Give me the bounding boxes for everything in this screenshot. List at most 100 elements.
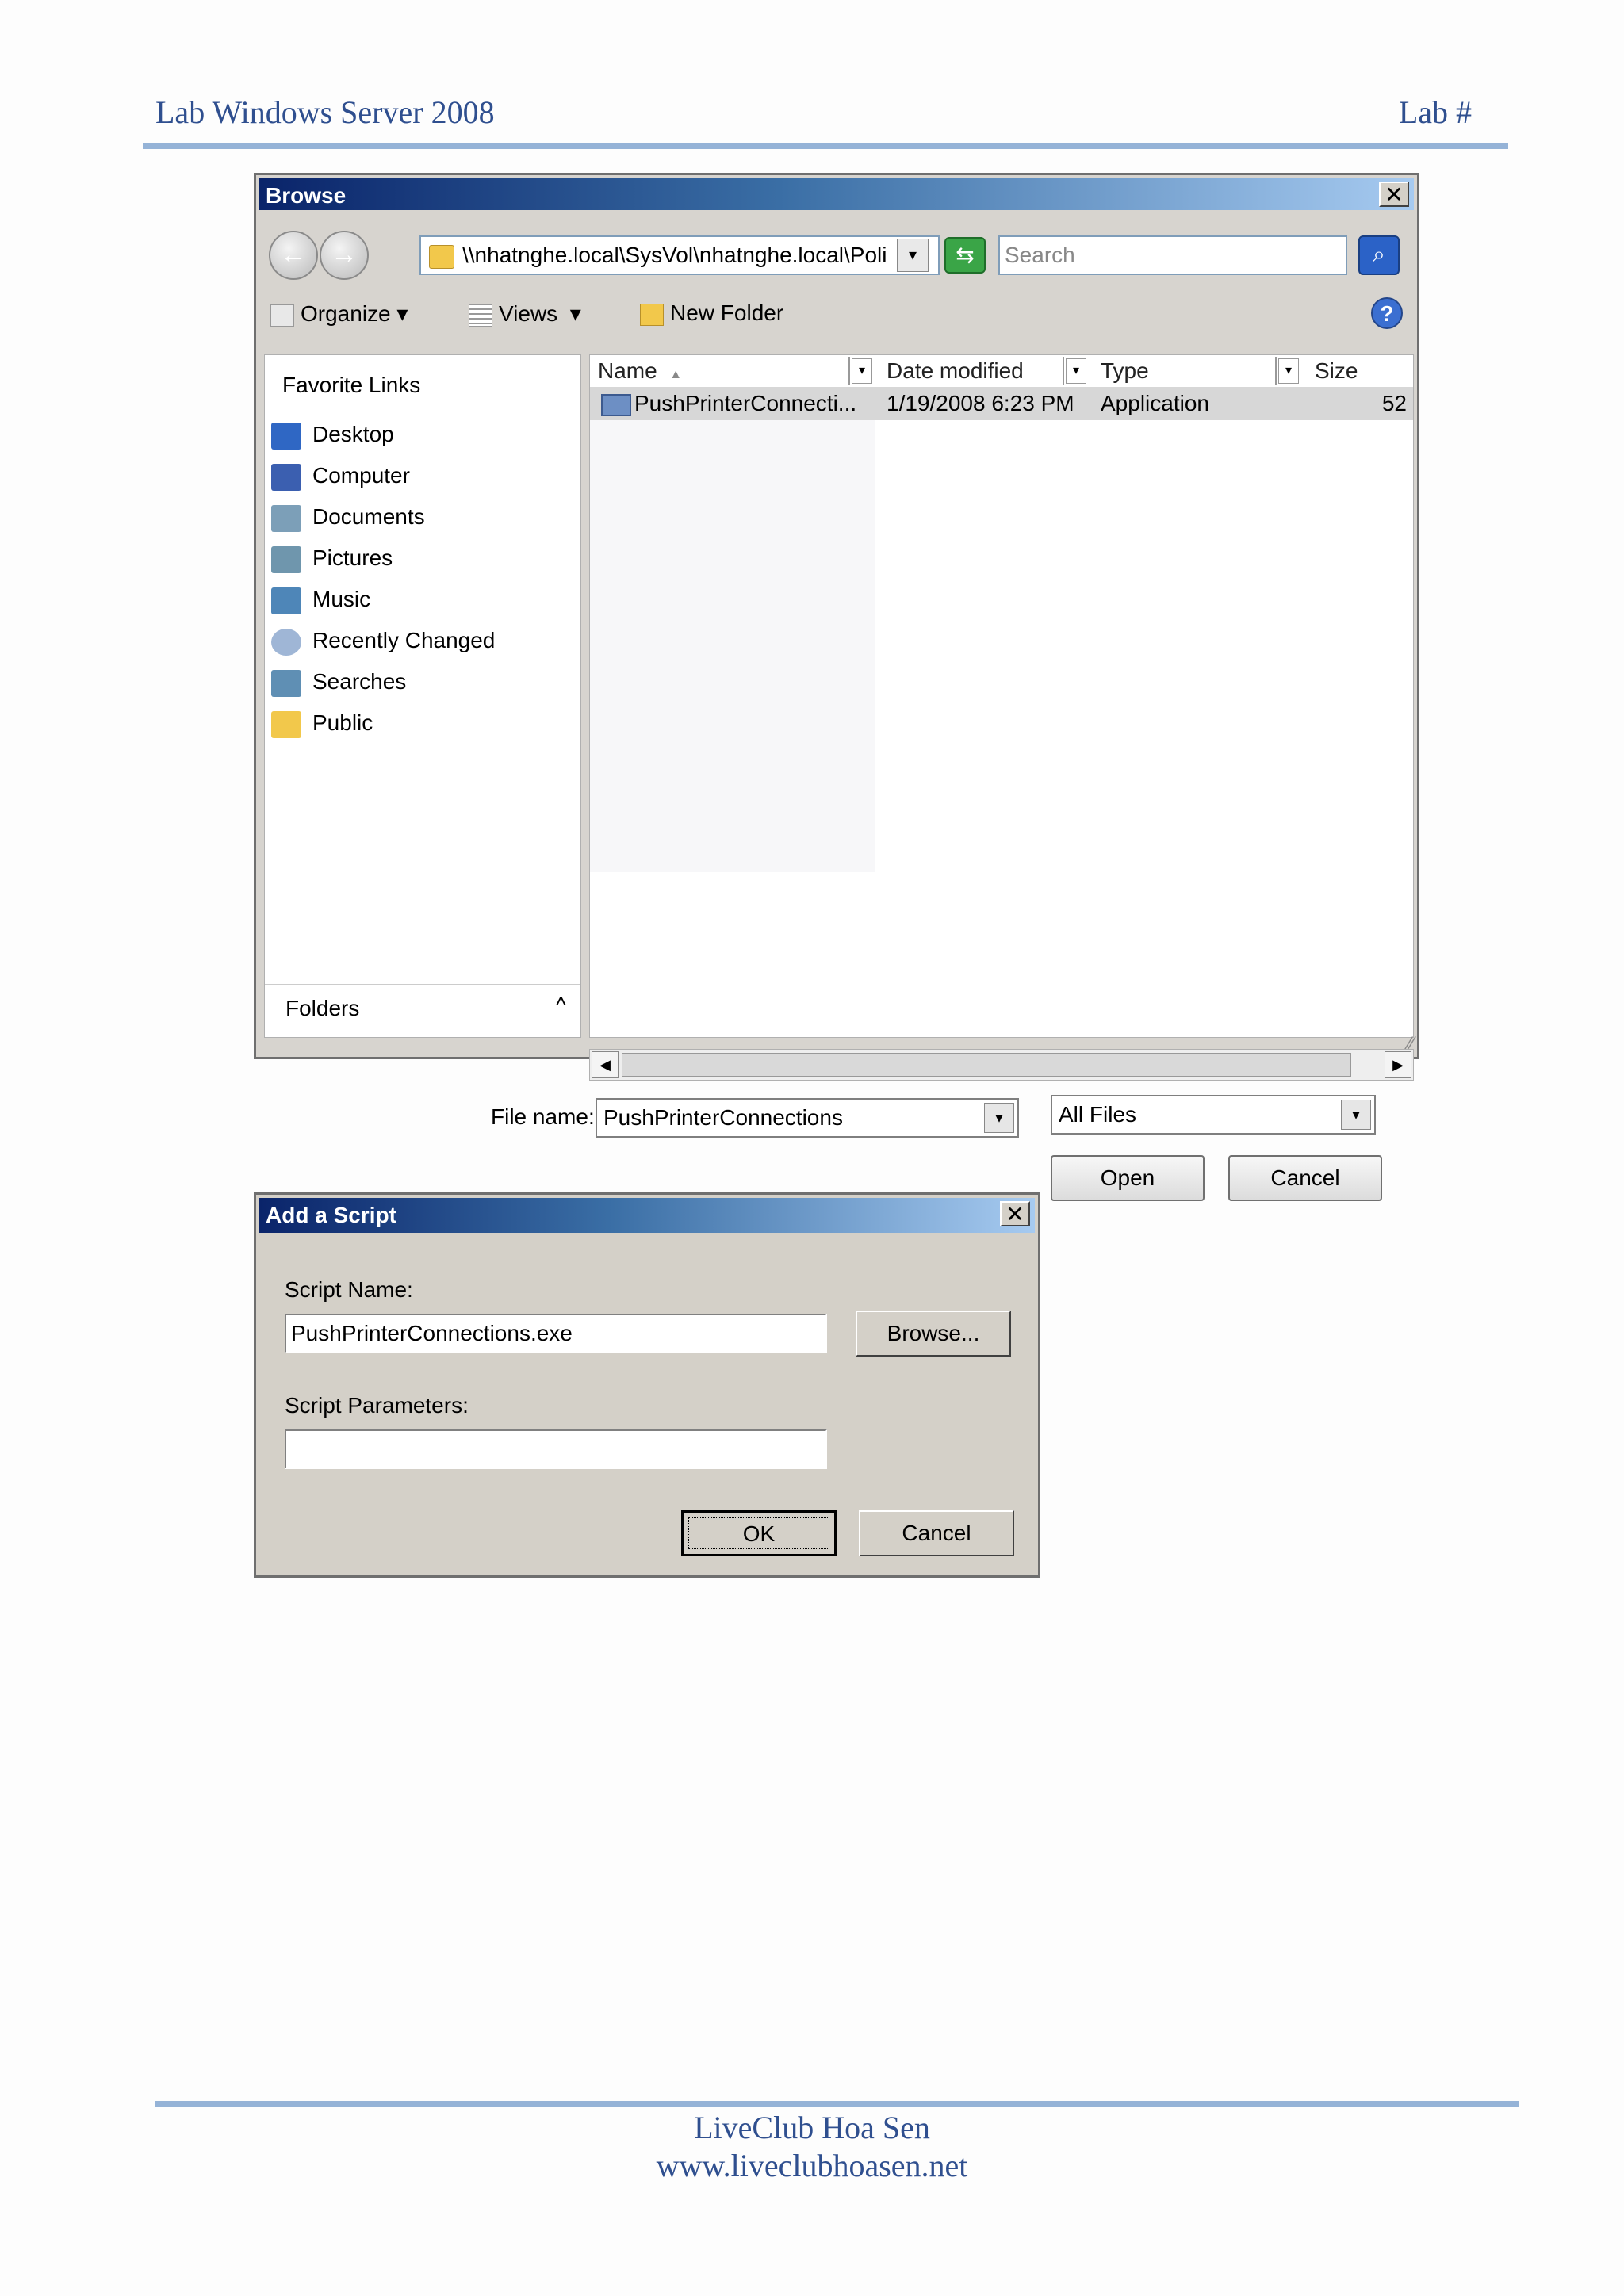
organize-label: Organize xyxy=(301,301,391,326)
nav-item-label: Public xyxy=(312,710,373,735)
column-separator xyxy=(1063,357,1064,385)
column-header-date[interactable]: Date modified xyxy=(887,355,1024,387)
music-icon xyxy=(271,587,301,614)
navigation-pane: Favorite Links Desktop Computer Document… xyxy=(264,354,581,1038)
file-name-value: PushPrinterConnections xyxy=(603,1105,843,1130)
chevron-down-icon: ▾ xyxy=(569,301,581,326)
resize-grip-icon[interactable]: ⁄⁄ xyxy=(1408,1033,1414,1054)
computer-icon xyxy=(271,463,301,491)
file-type-select[interactable]: All Files ▾ xyxy=(1051,1095,1376,1135)
file-name-label: File name: xyxy=(491,1104,595,1129)
chevron-down-icon[interactable]: ▾ xyxy=(984,1103,1014,1133)
help-icon[interactable]: ? xyxy=(1371,297,1403,329)
nav-item-label: Music xyxy=(312,587,371,611)
browse-close-button[interactable]: ✕ xyxy=(1379,182,1409,207)
script-parameters-input[interactable] xyxy=(285,1429,827,1469)
scroll-right-icon[interactable]: ▶ xyxy=(1385,1051,1411,1078)
footer-rule xyxy=(155,2101,1519,2107)
column-header-name[interactable]: Name ▲ xyxy=(598,355,682,387)
chevron-down-icon: ▾ xyxy=(396,301,408,326)
column-date-dropdown[interactable]: ▾ xyxy=(1066,358,1086,384)
nav-item-label: Desktop xyxy=(312,422,394,446)
searches-icon xyxy=(271,669,301,697)
file-name-cell: PushPrinterConnecti... xyxy=(601,387,856,420)
public-folder-icon xyxy=(271,710,301,738)
browse-dialog: Browse ✕ ← → \\nhatnghe.local\SysVol\nha… xyxy=(254,173,1419,1201)
pictures-icon xyxy=(271,545,301,573)
nav-item-pictures[interactable]: Pictures xyxy=(271,545,393,573)
footer-organization: LiveClub Hoa Sen xyxy=(694,2110,930,2145)
nav-item-documents[interactable]: Documents xyxy=(271,504,425,532)
toolbar: Organize ▾ Views ▾ New Folder ? xyxy=(259,291,1414,339)
footer-website: www.liveclubhoasen.net xyxy=(656,2148,968,2183)
scroll-thumb[interactable] xyxy=(622,1053,1351,1077)
search-icon[interactable]: ⌕ xyxy=(1358,235,1400,275)
file-date: 1/19/2008 6:23 PM xyxy=(887,391,1074,415)
scroll-left-icon[interactable]: ◀ xyxy=(592,1051,619,1078)
file-type-value: All Files xyxy=(1059,1102,1137,1127)
script-parameters-label: Script Parameters: xyxy=(285,1393,469,1418)
nav-item-recently-changed[interactable]: Recently Changed xyxy=(271,628,495,656)
file-type: Application xyxy=(1101,391,1209,415)
organize-menu[interactable]: Organize ▾ xyxy=(270,300,408,327)
desktop-icon xyxy=(271,422,301,450)
folders-toggle[interactable]: Folders ^ xyxy=(265,984,580,1037)
address-dropdown-button[interactable]: ▾ xyxy=(897,239,929,272)
nav-item-computer[interactable]: Computer xyxy=(271,463,410,491)
documents-icon xyxy=(271,504,301,532)
column-separator xyxy=(848,357,850,385)
nav-item-label: Computer xyxy=(312,463,410,488)
column-separator xyxy=(1275,357,1277,385)
browse-titlebar: Browse ✕ xyxy=(259,178,1414,210)
views-label: Views xyxy=(499,301,558,326)
horizontal-scrollbar[interactable]: ◀ ▶ xyxy=(589,1049,1414,1081)
nav-item-label: Documents xyxy=(312,504,425,529)
column-label: Name xyxy=(598,358,657,383)
cancel-button[interactable]: Cancel xyxy=(1228,1155,1382,1201)
add-script-close-button[interactable]: ✕ xyxy=(1000,1201,1030,1226)
column-header-type[interactable]: Type xyxy=(1101,355,1149,387)
script-cancel-button[interactable]: Cancel xyxy=(859,1510,1014,1556)
document-header-title: Lab Windows Server 2008 xyxy=(155,94,495,130)
nav-item-searches[interactable]: Searches xyxy=(271,669,406,697)
file-size: 52 xyxy=(1381,391,1407,415)
table-row[interactable]: PushPrinterConnecti... 1/19/2008 6:23 PM… xyxy=(590,387,1413,420)
add-script-title: Add a Script xyxy=(266,1203,396,1227)
script-name-label: Script Name: xyxy=(285,1277,413,1302)
folders-label: Folders xyxy=(285,996,360,1020)
new-folder-icon xyxy=(640,303,664,326)
nav-item-label: Recently Changed xyxy=(312,628,496,652)
column-type-dropdown[interactable]: ▾ xyxy=(1278,358,1299,384)
folder-icon xyxy=(429,244,454,269)
refresh-icon[interactable]: ⇆ xyxy=(944,237,986,274)
document-header-lab: Lab # xyxy=(1398,94,1472,130)
chevron-down-icon[interactable]: ▾ xyxy=(1341,1100,1371,1130)
forward-button[interactable]: → xyxy=(320,231,369,280)
search-input[interactable]: Search xyxy=(998,235,1347,275)
file-name: PushPrinterConnecti... xyxy=(634,391,857,415)
browse-button[interactable]: Browse... xyxy=(856,1311,1011,1357)
open-button[interactable]: Open xyxy=(1051,1155,1205,1201)
nav-item-public[interactable]: Public xyxy=(271,710,373,738)
views-icon xyxy=(469,304,492,327)
browse-title: Browse xyxy=(266,183,347,208)
nav-item-label: Searches xyxy=(312,669,407,694)
ok-button-label: OK xyxy=(688,1517,829,1549)
back-button[interactable]: ← xyxy=(269,231,318,280)
add-script-titlebar: Add a Script ✕ xyxy=(259,1198,1035,1233)
favorite-links-heading: Favorite Links xyxy=(282,373,421,397)
recently-changed-icon xyxy=(271,628,301,656)
script-name-input[interactable]: PushPrinterConnections.exe xyxy=(285,1314,827,1353)
column-header-size[interactable]: Size xyxy=(1315,355,1358,387)
column-name-dropdown[interactable]: ▾ xyxy=(852,358,872,384)
address-bar[interactable]: \\nhatnghe.local\SysVol\nhatnghe.local\P… xyxy=(419,235,940,275)
nav-item-desktop[interactable]: Desktop xyxy=(271,422,394,450)
address-text: \\nhatnghe.local\SysVol\nhatnghe.local\P… xyxy=(462,243,887,267)
nav-item-music[interactable]: Music xyxy=(271,587,370,614)
views-menu[interactable]: Views ▾ xyxy=(469,300,581,327)
ok-button[interactable]: OK xyxy=(681,1510,837,1556)
add-script-dialog: Add a Script ✕ Script Name: PushPrinterC… xyxy=(254,1192,1040,1578)
new-folder-button[interactable]: New Folder xyxy=(640,300,783,326)
header-rule xyxy=(143,143,1508,149)
file-name-field[interactable]: PushPrinterConnections ▾ xyxy=(596,1098,1019,1138)
